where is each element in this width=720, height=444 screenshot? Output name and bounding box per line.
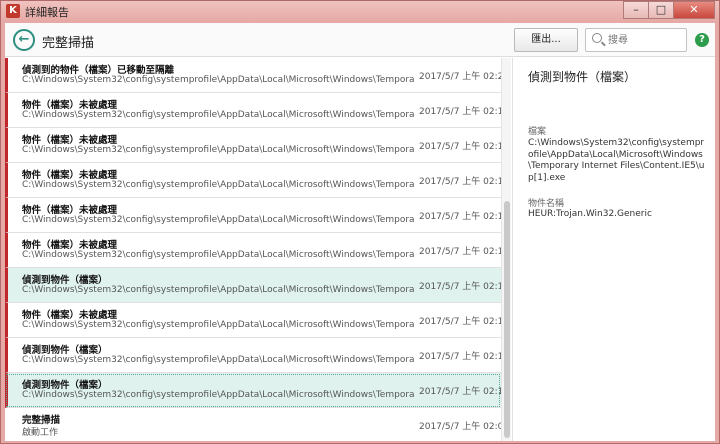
export-button[interactable]: 匯出... xyxy=(514,28,578,52)
list-item[interactable]: 物件（檔案）未被處理 C:\Windows\System32\config\sys… xyxy=(5,93,509,128)
close-button[interactable]: ✕ xyxy=(673,1,715,19)
list-item-path: 啟動工作 xyxy=(22,428,59,438)
list-item-time: 2017/5/7 上午 02:06 xyxy=(419,422,510,432)
search-input[interactable] xyxy=(608,32,684,48)
page-title: 完整掃描 xyxy=(42,36,95,51)
list-item-title: 物件（檔案）未被處理 xyxy=(22,100,118,111)
list-item[interactable]: 偵測到物件（檔案） C:\Windows\System32\config\syst… xyxy=(5,338,509,373)
scrollbar[interactable] xyxy=(501,58,511,441)
list-item-title: 物件（檔案）未被處理 xyxy=(22,240,118,251)
list-item-title: 偵測到物件（檔案） xyxy=(22,345,108,356)
client-area: ← 完整掃描 匯出... ? 完整掃描啟動工作 2017/5/7 上午 02:06… xyxy=(5,23,715,441)
list-item-path: C:\Windows\System32\config\systemprofile… xyxy=(22,180,414,190)
list-item-path: C:\Windows\System32\config\systemprofile… xyxy=(22,75,414,85)
search-box[interactable] xyxy=(585,28,687,52)
help-icon[interactable]: ? xyxy=(695,33,709,47)
list-item-time: 2017/5/7 上午 02:10 xyxy=(419,387,510,397)
list-item-time: 2017/5/7 上午 02:10 xyxy=(419,282,510,292)
list-item-time: 2017/5/7 上午 02:10 xyxy=(419,352,510,362)
object-name-value: HEUR:Trojan.Win32.Generic xyxy=(528,209,652,219)
list-item-path: C:\Windows\System32\config\systemprofile… xyxy=(22,390,414,400)
file-label: 檔案 xyxy=(528,127,547,137)
list-item-title: 完整掃描 xyxy=(22,415,61,426)
back-arrow-icon[interactable]: ← xyxy=(13,29,35,51)
list-item-title: 偵測到物件（檔案） xyxy=(22,275,108,286)
app-logo-icon: K xyxy=(6,4,20,18)
detail-title: 偵測到物件（檔案） xyxy=(528,70,637,84)
list-item-time: 2017/5/7 上午 02:10 xyxy=(419,107,510,117)
search-icon xyxy=(592,33,602,43)
scrollbar-thumb[interactable] xyxy=(504,201,510,438)
list-item-time: 2017/5/7 上午 02:10 xyxy=(419,142,510,152)
list-item[interactable]: 物件（檔案）未被處理 C:\Windows\System32\config\sys… xyxy=(5,303,509,338)
list-item[interactable]: 物件（檔案）未被處理 C:\Windows\System32\config\sys… xyxy=(5,128,509,163)
list-item[interactable]: 偵測到物件（檔案） C:\Windows\System32\config\syst… xyxy=(5,268,509,303)
list-item-time: 2017/5/7 上午 02:10 xyxy=(419,212,510,222)
list-item-title: 偵測到物件（檔案） xyxy=(22,380,108,391)
list-item-title: 物件（檔案）未被處理 xyxy=(22,205,118,216)
list-item[interactable]: 物件（檔案）未被處理 C:\Windows\System32\config\sys… xyxy=(5,233,509,268)
list-item-title: 偵測到的物件（檔案）已移動至隔離 xyxy=(22,65,175,76)
list-item-path: C:\Windows\System32\config\systemprofile… xyxy=(22,250,414,260)
list-item[interactable]: 偵測到物件（檔案） C:\Windows\System32\config\syst… xyxy=(5,373,509,408)
list-item-title: 物件（檔案）未被處理 xyxy=(22,135,118,146)
maximize-button[interactable]: □ xyxy=(648,1,674,19)
window-title: 詳細報告 xyxy=(25,6,69,19)
file-path-value: C:\Windows\System32\config\systemprofile… xyxy=(528,138,705,183)
header-bar: ← 完整掃描 匯出... ? xyxy=(5,23,715,57)
title-bar: K 詳細報告 – □ ✕ xyxy=(1,1,719,21)
list-item[interactable]: 偵測到的物件（檔案）已移動至隔離 C:\Windows\System32\conf… xyxy=(5,58,509,93)
list-item-path: C:\Windows\System32\config\systemprofile… xyxy=(22,285,414,295)
report-window: K 詳細報告 – □ ✕ ← 完整掃描 匯出... ? 完整掃描啟動工作 2017… xyxy=(0,0,720,444)
list-item-path: C:\Windows\System32\config\systemprofile… xyxy=(22,145,414,155)
list-item-time: 2017/5/7 上午 02:10 xyxy=(419,247,510,257)
list-item-time: 2017/5/7 上午 02:10 xyxy=(419,177,510,187)
object-name-label: 物件名稱 xyxy=(528,199,565,209)
list-item-time: 2017/5/7 上午 02:10 xyxy=(419,317,510,327)
window-controls: – □ ✕ xyxy=(623,1,715,19)
list-item-title: 物件（檔案）未被處理 xyxy=(22,170,118,181)
minimize-button[interactable]: – xyxy=(623,1,649,19)
detail-pane: 偵測到物件（檔案） 檔案 C:\Windows\System32\config\… xyxy=(512,58,715,441)
list-item-path: C:\Windows\System32\config\systemprofile… xyxy=(22,355,414,365)
list-item[interactable]: 物件（檔案）未被處理 C:\Windows\System32\config\sys… xyxy=(5,198,509,233)
list-item[interactable]: 物件（檔案）未被處理 C:\Windows\System32\config\sys… xyxy=(5,163,509,198)
list-item-path: C:\Windows\System32\config\systemprofile… xyxy=(22,215,414,225)
event-list: 完整掃描 啟動工作 2017/5/7 上午 02:06 偵測到物件（檔案） C:\Win… xyxy=(5,58,511,441)
list-item-time: 2017/5/7 上午 02:28 xyxy=(419,72,510,82)
list-item-title: 物件（檔案）未被處理 xyxy=(22,310,118,321)
list-item-path: C:\Windows\System32\config\systemprofile… xyxy=(22,110,414,120)
list-item-path: C:\Windows\System32\config\systemprofile… xyxy=(22,320,414,330)
list-item[interactable]: 完整掃描啟動工作 2017/5/7 上午 02:06 xyxy=(5,408,509,441)
